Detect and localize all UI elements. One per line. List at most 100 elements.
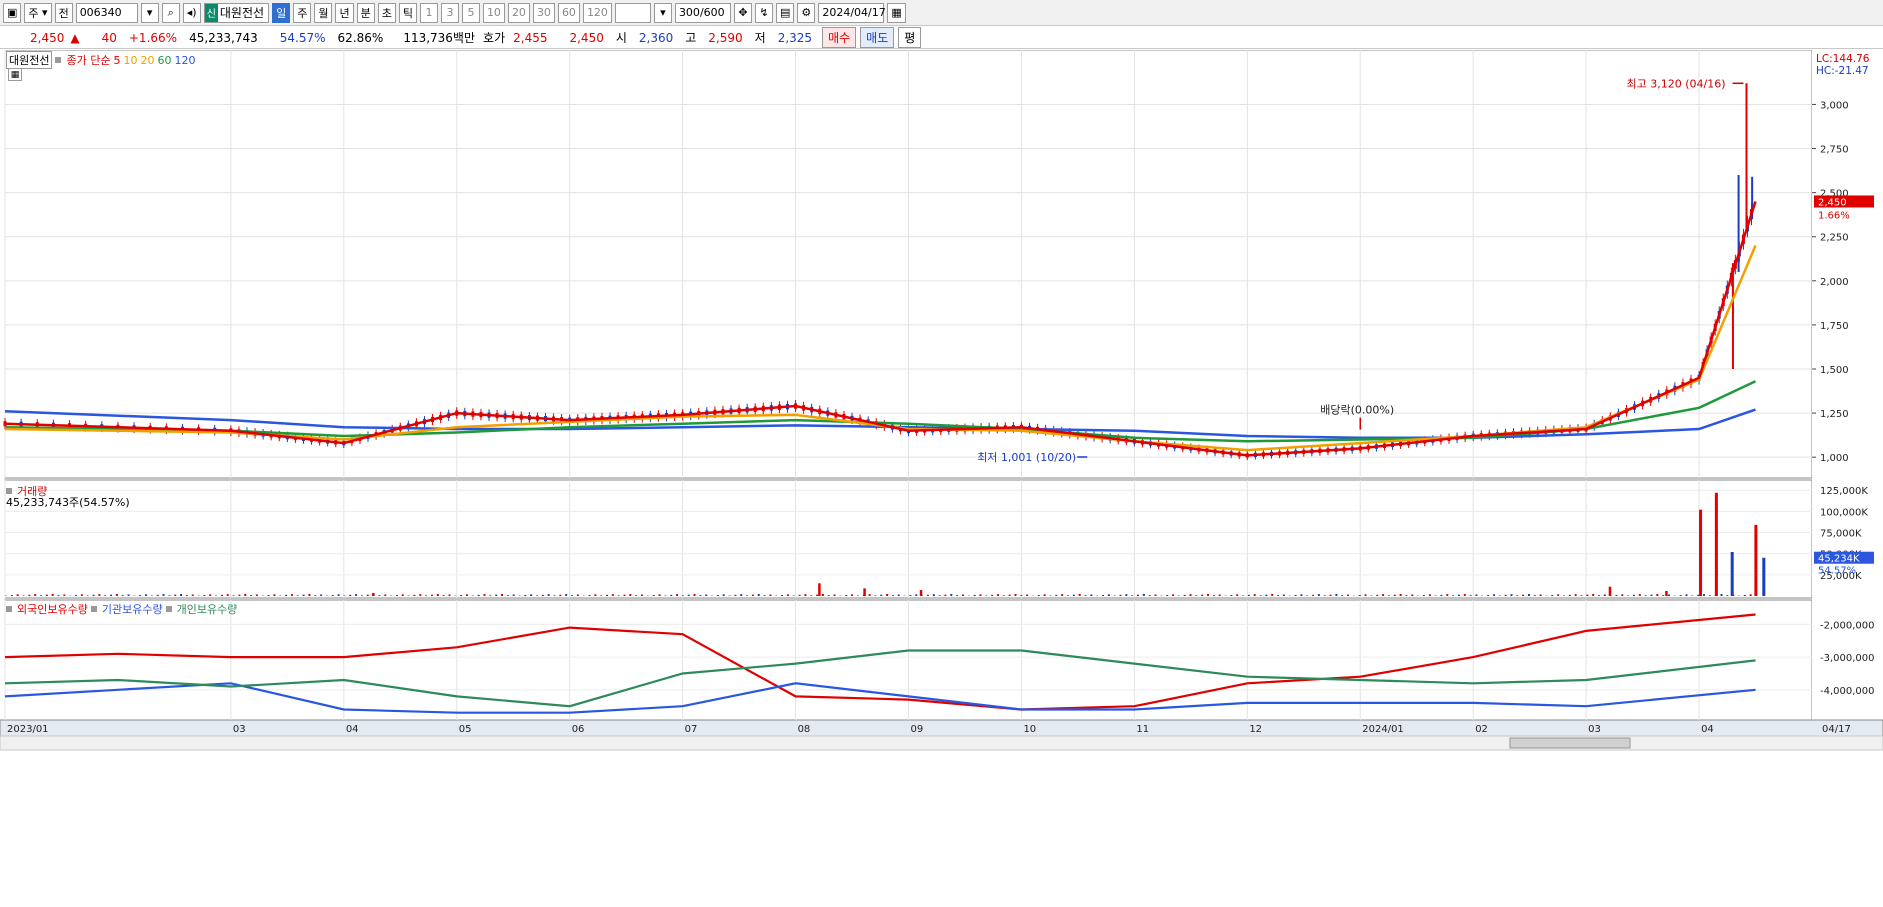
hc-label: HC:-21.47 (1816, 65, 1869, 77)
legend-marker-icon (55, 57, 61, 63)
volume-bar (1365, 594, 1367, 596)
volume-bar (997, 594, 999, 596)
interval-3[interactable]: 3 (441, 3, 459, 23)
price-y-label: 1,500 (1820, 365, 1849, 376)
price-y-label: 2,250 (1820, 233, 1849, 244)
volume-bar (787, 594, 789, 596)
price-y-label: 3,000 (1820, 100, 1849, 111)
volume-bar (104, 595, 106, 596)
volume-bar (1405, 595, 1407, 596)
volume-bar (1686, 594, 1688, 596)
interval-30[interactable]: 30 (533, 3, 555, 23)
timeframe-tick[interactable]: 틱 (399, 3, 417, 23)
price-y-label: 2,000 (1820, 277, 1849, 288)
volume-bar (1633, 595, 1635, 596)
timeframe-year[interactable]: 년 (335, 3, 353, 23)
ask-price: 2,455 (507, 31, 553, 45)
stock-name-field[interactable]: 신 대원전선 (204, 3, 269, 23)
price-type-label: 전 (59, 5, 69, 21)
volume-bar (1639, 594, 1641, 596)
volume-bar (17, 594, 19, 596)
legend-marker-icon (166, 606, 172, 612)
volume-bar (659, 594, 661, 596)
stock-code-dropdown-icon[interactable]: ▾ (141, 3, 159, 23)
volume-bar (600, 595, 602, 596)
holdings-y-label: -2,000,000 (1820, 620, 1875, 631)
timeframe-minute[interactable]: 분 (357, 3, 375, 23)
volume-bar (1341, 595, 1343, 596)
volume-bar (186, 595, 188, 596)
volume-bar (559, 595, 561, 596)
volume-bar (413, 595, 415, 596)
volume-bar (1219, 594, 1221, 596)
up-arrow-icon: ▲ (70, 31, 79, 45)
chart-canvas[interactable]: 2023/01030405060708091011122024/01020304… (0, 50, 1883, 904)
interval-5[interactable]: 5 (462, 3, 480, 23)
volume-value-text: 45,233,743주(54.57%) (6, 494, 130, 510)
volume-bar (408, 595, 410, 596)
volume-bar (1020, 595, 1022, 596)
crosshair-icon[interactable]: ✥ (734, 3, 752, 23)
search-icon[interactable]: ⌕ (162, 3, 180, 23)
grid-icon[interactable]: ▦ (8, 68, 22, 81)
calendar-icon[interactable]: ▦ (887, 3, 905, 23)
timeframe-second[interactable]: 초 (378, 3, 396, 23)
volume-bar (1656, 594, 1658, 596)
interval-120[interactable]: 120 (583, 3, 612, 23)
layout-icon[interactable]: ▣ (3, 3, 21, 23)
price-type-select[interactable]: 전 (55, 3, 73, 23)
save-icon[interactable]: ▤ (776, 3, 794, 23)
stock-name: 대원전선 (220, 4, 264, 21)
volume-bar (1318, 594, 1320, 596)
trade-amount: 113,736백만 (389, 29, 481, 46)
volume-bar (524, 595, 526, 596)
sell-button[interactable]: 매도 (860, 27, 894, 48)
high-label: 고 (679, 29, 702, 46)
x-axis-label: 07 (685, 724, 698, 735)
volume-bar (361, 595, 363, 596)
volume-bar (1750, 594, 1752, 596)
volume-tag-pct: 54.57% (1818, 566, 1856, 577)
ma-period-20: 20 (140, 54, 154, 67)
gear-icon[interactable]: ⚙ (797, 3, 815, 23)
period-select[interactable]: 주 ▾ (24, 3, 51, 23)
volume-bar (1435, 595, 1437, 596)
interval-60[interactable]: 60 (558, 3, 580, 23)
lc-label: LC:144.76 (1816, 53, 1870, 65)
tool-icon[interactable]: ↯ (755, 3, 773, 23)
eval-button[interactable]: 평 (898, 27, 921, 48)
volume-bar (168, 595, 170, 596)
volume-bar (1014, 594, 1016, 596)
volume-bar (314, 595, 316, 596)
timeframe-week[interactable]: 주 (293, 3, 311, 23)
toolbar: ▣ 주 ▾ 전 006340 ▾ ⌕ ◂) 신 대원전선 일 주 월 년 분 초… (0, 0, 1883, 26)
volume-bar (804, 594, 806, 596)
volume-bar (1726, 595, 1728, 596)
volume-bar (991, 595, 993, 596)
volume-bar (163, 594, 165, 596)
volume-bar (1230, 595, 1232, 596)
speaker-icon[interactable]: ◂) (183, 3, 201, 23)
volume-bar (1207, 594, 1209, 596)
volume-bar (1650, 595, 1652, 596)
volume-bar (209, 594, 211, 596)
volume-bar (1009, 595, 1011, 596)
date-input[interactable]: 2024/04/17 (818, 3, 884, 23)
timeframe-day[interactable]: 일 (272, 3, 290, 23)
interval-20[interactable]: 20 (508, 3, 530, 23)
interval-1[interactable]: 1 (420, 3, 438, 23)
interval-dropdown-icon[interactable]: ▾ (654, 3, 672, 23)
volume-bar (419, 594, 421, 596)
quote-strip: 2,450 ▲ 40 +1.66% 45,233,743 54.57% 62.8… (0, 27, 1883, 49)
timeframe-month[interactable]: 월 (314, 3, 332, 23)
buy-button[interactable]: 매수 (822, 27, 856, 48)
volume-bar (1359, 595, 1361, 596)
count-input[interactable]: 300/600 (675, 3, 731, 23)
stock-code-input[interactable]: 006340 (76, 3, 138, 23)
volume-bar (1528, 594, 1530, 596)
x-axis-label: 11 (1136, 724, 1149, 735)
interval-custom-input[interactable] (615, 3, 651, 23)
volume-bar (816, 595, 818, 596)
volume-bar (1260, 595, 1262, 596)
interval-10[interactable]: 10 (483, 3, 505, 23)
